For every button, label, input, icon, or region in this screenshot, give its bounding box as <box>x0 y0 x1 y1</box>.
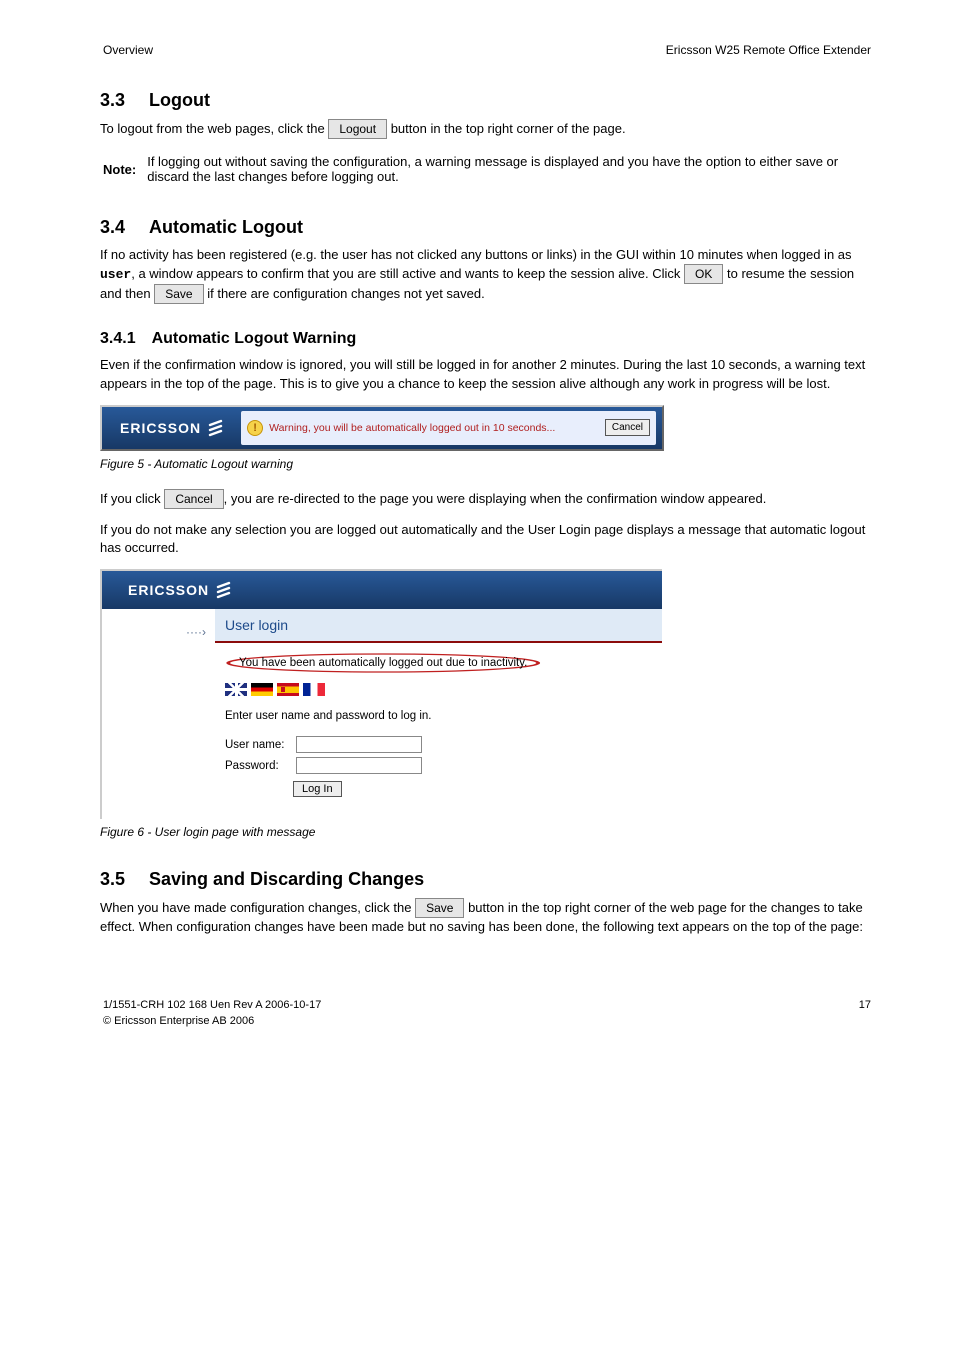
section-title: Saving and Discarding Changes <box>149 869 424 889</box>
section-3-3-heading: 3.3 Logout <box>100 90 874 111</box>
section-num: 3.4 <box>100 217 125 237</box>
sec3-p1: When you have made configuration changes… <box>100 898 874 936</box>
section-3-4-heading: 3.4 Automatic Logout <box>100 217 874 238</box>
sec1-note: Note: If logging out without saving the … <box>100 151 874 187</box>
cancel-button[interactable]: Cancel <box>605 419 650 436</box>
header-right: Ericsson W25 Remote Office Extender <box>258 42 872 58</box>
flag-es[interactable] <box>277 683 299 696</box>
password-row: Password: <box>215 755 662 776</box>
sec2-1-p2: If you click Cancel, you are re-directed… <box>100 489 874 509</box>
ericsson-logo: ERICSSON <box>102 407 237 449</box>
login-title: User login <box>215 609 662 643</box>
section-title: Logout <box>149 90 210 110</box>
note-label: Note: <box>102 153 144 185</box>
section-3-5-heading: 3.5 Saving and Discarding Changes <box>100 869 874 890</box>
user-word: user <box>100 267 131 282</box>
footer-page: 17 <box>825 998 872 1012</box>
sec1-p1: To logout from the web pages, click the … <box>100 119 874 139</box>
page-footer: 1/1551-CRH 102 168 Uen Rev A 2006-10-17 … <box>100 996 874 1030</box>
username-input[interactable] <box>296 736 422 753</box>
logout-button-illustration: Logout <box>328 119 387 139</box>
sec2-1-p1: Even if the confirmation window is ignor… <box>100 356 874 392</box>
figure-5-caption: Figure 5 - Automatic Logout warning <box>100 457 874 471</box>
save-button-illustration: Save <box>154 284 203 304</box>
password-input[interactable] <box>296 757 422 774</box>
warning-icon: ! <box>247 420 263 436</box>
language-flags <box>215 677 662 706</box>
username-row: User name: <box>215 734 662 755</box>
footer-copyright: © Ericsson Enterprise AB 2006 <box>102 1014 872 1028</box>
login-prompt: Enter user name and password to log in. <box>215 706 662 734</box>
sec2-1-p3: If you do not make any selection you are… <box>100 521 874 557</box>
section-num: 3.3 <box>100 90 125 110</box>
warning-text: Warning, you will be automatically logge… <box>269 422 599 434</box>
warning-bar: ERICSSON ! Warning, you will be automati… <box>100 405 664 451</box>
page-header: Overview Ericsson W25 Remote Office Exte… <box>100 40 874 60</box>
cancel-button-illustration: Cancel <box>164 489 223 509</box>
password-label: Password: <box>225 760 293 772</box>
login-window: ERICSSON ····› User login You have been … <box>100 569 662 819</box>
header-left: Overview <box>102 42 256 58</box>
sec2-p1: If no activity has been registered (e.g.… <box>100 246 874 304</box>
ok-button-illustration: OK <box>684 264 723 284</box>
section-title: Automatic Logout <box>149 217 303 237</box>
footer-ref: 1/1551-CRH 102 168 Uen Rev A 2006-10-17 <box>102 998 823 1012</box>
flag-fr[interactable] <box>303 683 325 696</box>
login-header: ERICSSON <box>102 571 662 609</box>
username-label: User name: <box>225 739 293 751</box>
note-text: If logging out without saving the config… <box>146 153 872 185</box>
flag-uk[interactable] <box>225 683 247 696</box>
login-button[interactable]: Log In <box>293 781 342 797</box>
section-num: 3.5 <box>100 869 125 889</box>
ericsson-stripes-icon <box>215 581 233 599</box>
figure-6-caption: Figure 6 - User login page with message <box>100 825 874 839</box>
login-sidebar: ····› <box>102 609 215 819</box>
ericsson-stripes-icon <box>207 419 225 437</box>
section-3-4-1-heading: 3.4.1 Automatic Logout Warning <box>100 330 874 348</box>
arrow-icon: ····› <box>102 609 214 639</box>
flag-de[interactable] <box>251 683 273 696</box>
warning-panel: ! Warning, you will be automatically log… <box>241 411 656 445</box>
figure-5: ERICSSON ! Warning, you will be automati… <box>100 405 874 451</box>
save-button-illustration: Save <box>415 898 464 918</box>
figure-6: ERICSSON ····› User login You have been … <box>100 569 874 819</box>
auto-logout-message: You have been automatically logged out d… <box>225 653 541 673</box>
section-title: Automatic Logout Warning <box>152 330 357 347</box>
section-num: 3.4.1 <box>100 330 136 347</box>
